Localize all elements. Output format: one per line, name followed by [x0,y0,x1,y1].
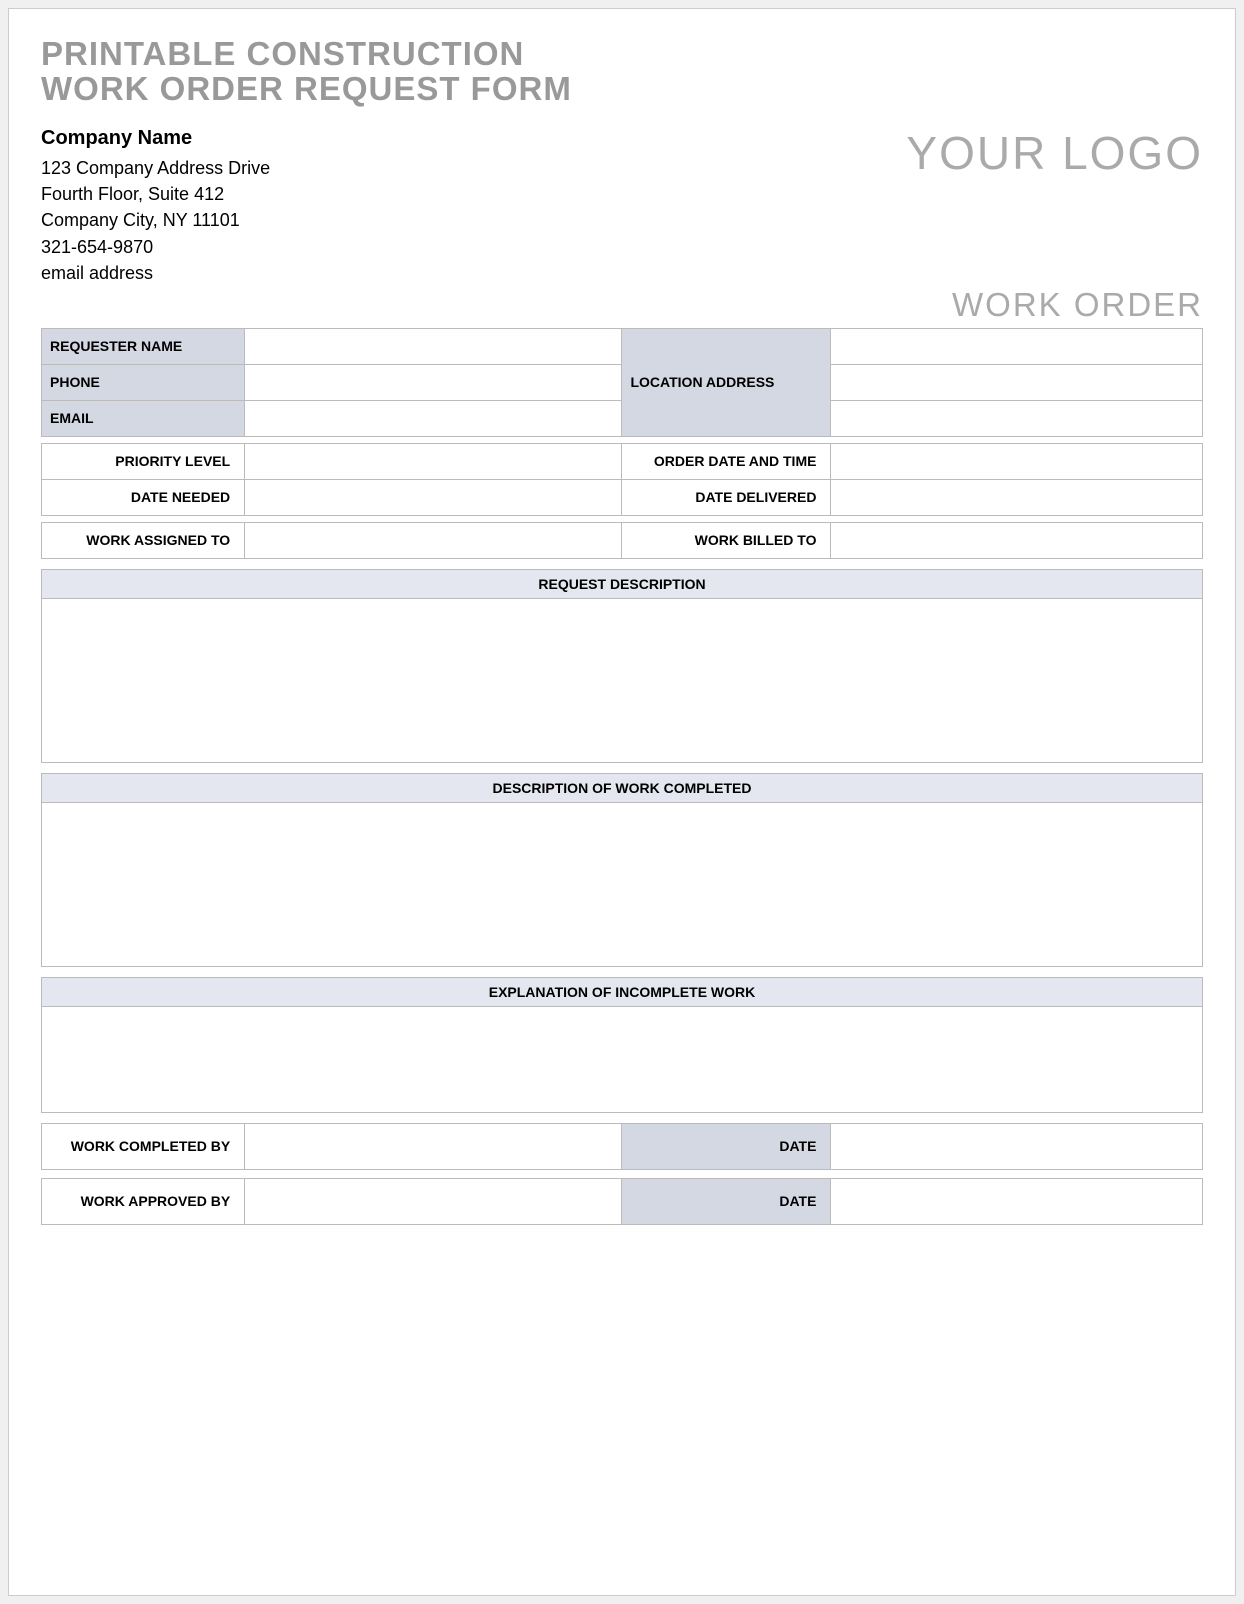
company-name: Company Name [41,124,270,153]
input-priority-level[interactable] [245,443,622,479]
label-work-completed-by: WORK COMPLETED BY [42,1123,245,1169]
company-city-line: Company City, NY 11101 [41,207,270,233]
input-phone[interactable] [245,364,622,400]
label-email: EMAIL [42,400,245,436]
input-location-address-3[interactable] [831,400,1203,436]
input-location-address-1[interactable] [831,328,1203,364]
company-address-2: Fourth Floor, Suite 412 [41,181,270,207]
input-date-delivered[interactable] [831,479,1203,515]
header-row: Company Name 123 Company Address Drive F… [41,124,1203,285]
input-date-needed[interactable] [245,479,622,515]
form-title: PRINTABLE CONSTRUCTIONWORK ORDER REQUEST… [41,37,1203,106]
label-date-needed: DATE NEEDED [42,479,245,515]
label-work-billed-to: WORK BILLED TO [622,522,831,558]
company-email: email address [41,260,270,286]
header-work-completed: DESCRIPTION OF WORK COMPLETED [41,773,1203,803]
textarea-incomplete-explanation[interactable] [41,1007,1203,1113]
label-work-assigned-to: WORK ASSIGNED TO [42,522,245,558]
label-location-address: LOCATION ADDRESS [622,328,831,436]
input-work-completed-by[interactable] [245,1123,622,1169]
company-phone: 321-654-9870 [41,234,270,260]
label-order-date-time: ORDER DATE AND TIME [622,443,831,479]
company-block: Company Name 123 Company Address Drive F… [41,124,270,285]
approved-by-table: WORK APPROVED BY DATE [41,1178,1203,1225]
label-approved-date: DATE [622,1178,831,1224]
header-incomplete-explanation: EXPLANATION OF INCOMPLETE WORK [41,977,1203,1007]
label-work-approved-by: WORK APPROVED BY [42,1178,245,1224]
document-page: PRINTABLE CONSTRUCTIONWORK ORDER REQUEST… [8,8,1236,1596]
label-requester-name: REQUESTER NAME [42,328,245,364]
input-work-approved-by[interactable] [245,1178,622,1224]
input-work-assigned-to[interactable] [245,522,622,558]
label-phone: PHONE [42,364,245,400]
input-requester-name[interactable] [245,328,622,364]
completed-by-table: WORK COMPLETED BY DATE [41,1123,1203,1170]
input-email[interactable] [245,400,622,436]
input-location-address-2[interactable] [831,364,1203,400]
requester-table: REQUESTER NAME LOCATION ADDRESS PHONE EM… [41,328,1203,437]
input-approved-date[interactable] [831,1178,1203,1224]
label-date-delivered: DATE DELIVERED [622,479,831,515]
work-order-heading: WORK ORDER [41,286,1203,324]
input-order-date-time[interactable] [831,443,1203,479]
input-work-billed-to[interactable] [831,522,1203,558]
assignment-table: WORK ASSIGNED TO WORK BILLED TO [41,522,1203,559]
header-request-description: REQUEST DESCRIPTION [41,569,1203,599]
details-table: PRIORITY LEVEL ORDER DATE AND TIME DATE … [41,443,1203,516]
textarea-request-description[interactable] [41,599,1203,763]
label-priority-level: PRIORITY LEVEL [42,443,245,479]
input-completed-date[interactable] [831,1123,1203,1169]
logo-placeholder: YOUR LOGO [906,126,1203,180]
company-address-1: 123 Company Address Drive [41,155,270,181]
label-completed-date: DATE [622,1123,831,1169]
textarea-work-completed[interactable] [41,803,1203,967]
